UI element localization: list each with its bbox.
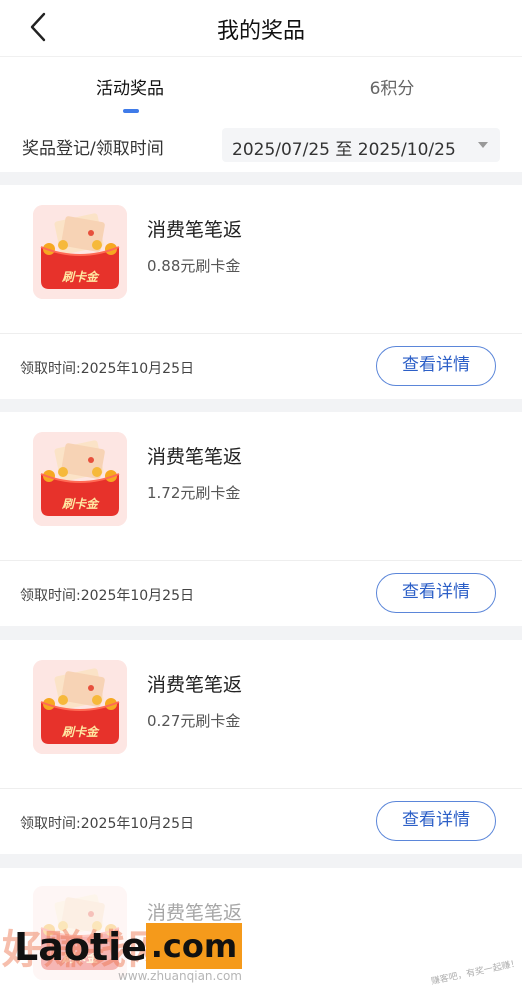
- claim-time: 领取时间:2025年10月25日: [20, 361, 194, 377]
- date-range-selector[interactable]: 2025/07/25 至 2025/10/25: [222, 128, 500, 162]
- tab-bar: 活动奖品 6积分: [0, 56, 522, 120]
- watermark: 好赚钱网 www.zhuanqian.com Laotie8 .com 赚客吧，…: [0, 915, 522, 999]
- view-details-button[interactable]: 查看详情: [376, 573, 496, 613]
- watermark-logo-suffix: .com: [146, 923, 242, 969]
- prize-value: 1.72元刷卡金: [147, 484, 241, 502]
- prize-card: 刷卡金 消费笔笔返 0.27元刷卡金 领取时间:2025年10月25日 查看详情: [0, 640, 522, 854]
- prize-value: 0.88元刷卡金: [147, 257, 241, 275]
- red-envelope-icon: 刷卡金: [33, 205, 127, 299]
- red-envelope-icon: 刷卡金: [33, 660, 127, 754]
- divider: [0, 333, 522, 334]
- prize-value: 0.27元刷卡金: [147, 712, 241, 730]
- prize-card: 刷卡金 消费笔笔返 0.88元刷卡金 领取时间:2025年10月25日 查看详情: [0, 185, 522, 399]
- watermark-corner: 赚客吧，有奖一起赚！: [430, 958, 521, 988]
- prize-card: 刷卡金 消费笔笔返 1.72元刷卡金 领取时间:2025年10月25日 查看详情: [0, 412, 522, 626]
- prize-name: 消费笔笔返: [147, 446, 243, 468]
- red-envelope-icon: 刷卡金: [33, 432, 127, 526]
- tab-active-indicator: [123, 109, 139, 113]
- date-range-text: 2025/07/25 至 2025/10/25: [232, 140, 456, 160]
- tab-activity-prizes[interactable]: 活动奖品: [80, 74, 180, 99]
- filter-label: 奖品登记/领取时间: [22, 139, 164, 159]
- prize-card-body[interactable]: 刷卡金 消费笔笔返 0.88元刷卡金: [0, 185, 522, 333]
- svg-text:刷卡金: 刷卡金: [61, 725, 100, 739]
- divider: [0, 788, 522, 789]
- svg-text:刷卡金: 刷卡金: [61, 270, 100, 284]
- prize-name: 消费笔笔返: [147, 674, 243, 696]
- prize-card-body[interactable]: 刷卡金 消费笔笔返 0.27元刷卡金: [0, 640, 522, 788]
- divider: [0, 560, 522, 561]
- caret-down-icon: [478, 142, 488, 148]
- page-title: 我的奖品: [216, 19, 305, 44]
- prize-card-body[interactable]: 刷卡金 消费笔笔返 1.72元刷卡金: [0, 412, 522, 560]
- date-filter-bar: 奖品登记/领取时间 2025/07/25 至 2025/10/25: [0, 120, 522, 172]
- claim-time: 领取时间:2025年10月25日: [20, 816, 194, 832]
- header-bar: 我的奖品: [0, 0, 522, 56]
- svg-text:刷卡金: 刷卡金: [61, 497, 100, 511]
- tab-points[interactable]: 6积分: [342, 74, 442, 99]
- view-details-button[interactable]: 查看详情: [376, 346, 496, 386]
- view-details-button[interactable]: 查看详情: [376, 801, 496, 841]
- prize-name: 消费笔笔返: [147, 219, 243, 241]
- claim-time: 领取时间:2025年10月25日: [20, 588, 194, 604]
- watermark-site: www.zhuanqian.com: [118, 969, 242, 983]
